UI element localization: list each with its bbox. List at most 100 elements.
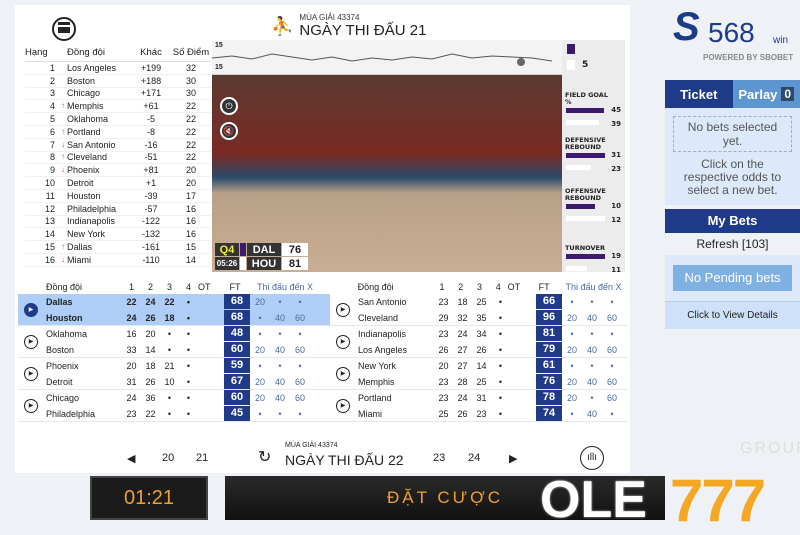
standings-row: 5Oklahoma-522 bbox=[25, 113, 211, 126]
game-teams: Chicago2436••60204060Philadelphia2322••4… bbox=[46, 390, 310, 422]
stat-row: 23 bbox=[562, 165, 625, 175]
stat-block: TURNOVER1911 bbox=[562, 245, 625, 272]
home-score: 76 bbox=[282, 243, 308, 256]
view-details-link[interactable]: Click to View Details bbox=[665, 301, 800, 329]
refresh-icon[interactable]: ↻ bbox=[258, 447, 271, 467]
team-name: Indianapolis bbox=[57, 216, 131, 226]
race-to-x-odds[interactable]: 20 bbox=[562, 393, 582, 403]
race-to-x-odds[interactable]: 20 bbox=[250, 377, 270, 387]
race-to-x-odds[interactable]: 20 bbox=[250, 393, 270, 403]
race-to-x-odds[interactable]: 40 bbox=[582, 377, 602, 387]
stats-chart-icon[interactable]: ıllı bbox=[580, 446, 604, 470]
game-row[interactable]: ▶Chicago2436••60204060Philadelphia2322••… bbox=[18, 390, 330, 422]
quarter-score: • bbox=[160, 393, 179, 403]
race-to-x-odds[interactable]: • bbox=[562, 409, 582, 419]
rank: 11 bbox=[25, 191, 57, 201]
race-to-x-odds[interactable]: 60 bbox=[290, 345, 310, 355]
stat-label: FIELD GOAL % bbox=[562, 92, 610, 106]
race-to-x-odds[interactable]: • bbox=[270, 329, 290, 339]
race-to-x-odds[interactable]: 60 bbox=[290, 393, 310, 403]
refresh-button[interactable]: Refresh [103] bbox=[665, 233, 800, 255]
race-to-x-odds[interactable]: 20 bbox=[562, 313, 582, 323]
race-to-x-odds[interactable]: 60 bbox=[602, 313, 622, 323]
race-to-x-odds[interactable]: 20 bbox=[562, 345, 582, 355]
race-to-x-odds[interactable]: • bbox=[562, 329, 582, 339]
race-to-x-odds[interactable]: 40 bbox=[270, 377, 290, 387]
race-to-x-odds[interactable]: 40 bbox=[270, 313, 290, 323]
quarter-score: 27 bbox=[453, 345, 472, 355]
stat-bar bbox=[566, 153, 605, 158]
race-to-x-odds[interactable]: • bbox=[270, 297, 290, 307]
race-to-x-odds[interactable]: • bbox=[250, 313, 270, 323]
game-row[interactable]: ▶Indianapolis232434•81•••Los Angeles2627… bbox=[330, 326, 628, 358]
race-to-x-odds[interactable]: 60 bbox=[290, 313, 310, 323]
play-icon[interactable]: ▶ bbox=[336, 367, 350, 381]
game-row[interactable]: ▶Phoenix201821•59•••Detroit312610•672040… bbox=[18, 358, 330, 390]
countdown-timer: 01:21 bbox=[90, 476, 208, 520]
quarter-score: 18 bbox=[160, 313, 179, 323]
race-to-x-odds[interactable]: 60 bbox=[602, 393, 622, 403]
race-to-x-odds[interactable]: • bbox=[582, 361, 602, 371]
matchday-link[interactable]: 24 bbox=[468, 452, 480, 464]
race-to-x-odds[interactable]: • bbox=[290, 329, 310, 339]
play-icon[interactable]: ▶ bbox=[24, 303, 38, 317]
game-footage: ⏻ 🔇 Q4 DAL 76 05:26 HOU 81 bbox=[212, 75, 562, 272]
menu-button[interactable] bbox=[52, 17, 76, 41]
race-to-x-odds[interactable]: • bbox=[602, 329, 622, 339]
race-to-x-odds[interactable]: • bbox=[582, 329, 602, 339]
tab-ticket[interactable]: Ticket bbox=[665, 80, 733, 108]
game-row[interactable]: ▶Oklahoma1620••48•••Boston3314••60204060 bbox=[18, 326, 330, 358]
play-icon[interactable]: ▶ bbox=[24, 399, 38, 413]
race-to-x-odds[interactable]: 40 bbox=[582, 409, 602, 419]
race-to-x-odds[interactable]: • bbox=[582, 393, 602, 403]
race-to-x-odds[interactable]: 40 bbox=[582, 313, 602, 323]
mute-icon[interactable]: 🔇 bbox=[220, 122, 238, 140]
race-to-x-odds[interactable]: • bbox=[602, 361, 622, 371]
stat-value: 39 bbox=[611, 120, 621, 128]
race-to-x-odds[interactable]: • bbox=[602, 409, 622, 419]
race-to-x-odds[interactable]: • bbox=[250, 409, 270, 419]
race-to-x-odds[interactable]: 20 bbox=[250, 345, 270, 355]
race-to-x-odds[interactable]: 20 bbox=[250, 297, 270, 307]
race-to-x-odds[interactable]: • bbox=[602, 297, 622, 307]
game-row[interactable]: ▶Dallas222422•6820••Houston242618•68•406… bbox=[18, 294, 330, 326]
game-row[interactable]: ▶San Antonio231825•66•••Cleveland293235•… bbox=[330, 294, 628, 326]
play-icon[interactable]: ▶ bbox=[24, 367, 38, 381]
play-icon[interactable]: ▶ bbox=[336, 303, 350, 317]
momentum-chart: 15 15 bbox=[212, 40, 562, 75]
race-to-x-odds[interactable]: • bbox=[270, 361, 290, 371]
tab-parlay[interactable]: Parlay0 bbox=[733, 80, 800, 108]
race-to-x-odds[interactable]: 60 bbox=[602, 377, 622, 387]
matchday-link[interactable]: 21 bbox=[196, 452, 208, 464]
race-to-x-odds[interactable]: • bbox=[582, 297, 602, 307]
play-icon[interactable]: ▶ bbox=[24, 335, 38, 349]
next-arrow-icon[interactable]: ▶ bbox=[509, 452, 517, 465]
race-to-x-odds[interactable]: • bbox=[290, 409, 310, 419]
column-header: 3 bbox=[160, 282, 179, 292]
team-color bbox=[240, 257, 246, 270]
race-to-x-odds[interactable]: • bbox=[290, 297, 310, 307]
race-to-x-odds[interactable]: • bbox=[562, 361, 582, 371]
watermark-777: 777 bbox=[670, 466, 764, 535]
matchday-link[interactable]: 23 bbox=[433, 452, 445, 464]
race-to-x-odds[interactable]: • bbox=[270, 409, 290, 419]
race-to-x-odds[interactable]: • bbox=[562, 297, 582, 307]
game-row[interactable]: ▶New York202714•61•••Memphis232825•76204… bbox=[330, 358, 628, 390]
race-to-x-odds[interactable]: 40 bbox=[582, 345, 602, 355]
play-icon[interactable]: ▶ bbox=[336, 335, 350, 349]
race-to-x-odds[interactable]: 60 bbox=[602, 345, 622, 355]
race-to-x-odds[interactable]: • bbox=[290, 361, 310, 371]
race-to-x-odds[interactable]: 40 bbox=[270, 345, 290, 355]
power-icon[interactable]: ⏻ bbox=[220, 97, 238, 115]
prev-arrow-icon[interactable]: ◀ bbox=[127, 452, 135, 465]
quarter-score: • bbox=[160, 345, 179, 355]
race-to-x-odds[interactable]: • bbox=[250, 329, 270, 339]
game-row[interactable]: ▶Portland232431•7820•60Miami252623•74•40… bbox=[330, 390, 628, 422]
race-to-x-odds[interactable]: • bbox=[250, 361, 270, 371]
matchday-link[interactable]: 20 bbox=[162, 452, 174, 464]
race-to-x-odds[interactable]: 60 bbox=[290, 377, 310, 387]
team-line: Indianapolis232434•81••• bbox=[358, 326, 622, 342]
race-to-x-odds[interactable]: 20 bbox=[562, 377, 582, 387]
race-to-x-odds[interactable]: 40 bbox=[270, 393, 290, 403]
play-icon[interactable]: ▶ bbox=[336, 399, 350, 413]
